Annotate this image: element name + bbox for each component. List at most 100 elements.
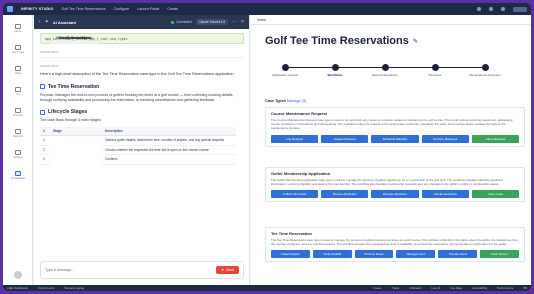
stage-chip[interactable]: Assess Request	[321, 134, 369, 143]
card-title: Tee Time Reservation	[271, 231, 312, 236]
stage-chip[interactable]: Collect Informatio	[271, 190, 319, 199]
database-icon	[15, 65, 21, 71]
step-label: Development Overview	[469, 73, 501, 77]
notification-icon[interactable]	[489, 7, 493, 11]
close-icon[interactable]: ×	[241, 19, 244, 25]
main-content: Home Golf Tee Time Reservations ✎ Applic…	[251, 15, 531, 285]
sidebar-item-data[interactable]: Data	[3, 61, 33, 79]
nav-app-name[interactable]: Golf Tee Time Reservations	[61, 7, 105, 11]
stage-chip[interactable]: Provide Feed	[438, 250, 478, 259]
edit-icon[interactable]: ✎	[413, 38, 418, 45]
step-data-integrations[interactable]: Data & Integrations	[361, 64, 409, 77]
sidebar-item-ui[interactable]: UI	[3, 82, 33, 100]
table-cell: 3	[40, 154, 50, 165]
step-workflows[interactable]: Workflows	[311, 64, 359, 77]
card-description: The Course Maintenance Request case type…	[271, 118, 513, 131]
stage-chip[interactable]: Perform Maintena	[421, 134, 469, 143]
step-application-context[interactable]: Application Context	[261, 64, 309, 77]
status-performance[interactable]: Performance	[497, 286, 513, 290]
search-icon[interactable]	[477, 7, 481, 11]
help-icon[interactable]	[501, 7, 505, 11]
sidebar-item-home[interactable]: Home	[3, 19, 33, 37]
stage-chip[interactable]: Verify Availab	[312, 250, 352, 259]
sidebar-item-settings[interactable]: Settings	[3, 145, 33, 163]
table-header: Description	[102, 127, 236, 137]
status-issues[interactable]: Issues	[373, 286, 381, 290]
step-label: Personas	[428, 73, 442, 77]
more-icon[interactable]: ⋯	[232, 19, 237, 25]
assistant-intro-text: Here's a high-level description of the T…	[40, 72, 235, 76]
model-selector[interactable]: Claude Sonnet 4.5	[195, 19, 229, 25]
step-label: Workflows	[327, 73, 343, 77]
tab-home[interactable]: Home	[257, 18, 266, 22]
table-row: 2 Verify Availability Checks whether the…	[40, 36, 236, 156]
status-pb[interactable]: PB	[523, 286, 527, 290]
stage-chips: Collect Reserv Verify Availab Process Re…	[271, 250, 519, 259]
user-avatar[interactable]	[513, 6, 527, 12]
page-title: Golf Tee Time Reservations ✎	[265, 35, 418, 47]
sidebar-item-use-types[interactable]: Use Types	[3, 40, 33, 58]
stage-chip[interactable]: Process Reser	[354, 250, 394, 259]
nav-configure[interactable]: Configure	[114, 7, 130, 11]
message-input[interactable]	[45, 268, 217, 272]
step-dot-icon	[281, 64, 289, 71]
layout-icon	[15, 86, 21, 92]
connection-status: Connected	[171, 20, 192, 24]
sidebar-item-process[interactable]: Process	[3, 103, 33, 121]
checkbox-icon	[40, 84, 45, 90]
tab-bar: Home	[251, 15, 531, 25]
table-header: #	[40, 127, 50, 137]
stage-chip[interactable]: Close Case	[471, 190, 520, 199]
table-cell: Process Reservation	[50, 34, 98, 44]
case-type-card-golfer-membership[interactable]: Golfer Membership Application The Golfer…	[265, 167, 525, 203]
manage-case-types-link[interactable]: Manage (3)	[287, 99, 306, 103]
section-heading: Lifecycle Stages	[40, 109, 244, 115]
stage-chip[interactable]: Manage Canc	[396, 250, 436, 259]
assistant-header: ‹ ✦ AI Assistant Connected Claude Sonnet…	[34, 15, 249, 29]
stage-chip[interactable]: Collect Reserv	[271, 250, 310, 259]
status-dot-icon	[171, 20, 175, 24]
status-scenario-testing[interactable]: Scenario testing	[64, 286, 84, 290]
sidebar-item-label: Home	[14, 29, 22, 33]
stage-chip[interactable]: Handle Exception	[421, 190, 469, 199]
sidebar-item-records[interactable]: Records	[3, 124, 33, 142]
case-type-card-course-maintenance[interactable]: Course Maintenance Request The Course Ma…	[265, 107, 525, 147]
send-button[interactable]: ➤ Send	[216, 266, 239, 274]
step-personas[interactable]: Personas	[411, 64, 459, 77]
status-clipboard[interactable]: Clipboard	[409, 286, 421, 290]
table-header-row: # Stage Description	[40, 127, 236, 137]
stage-chips: Log Request Assess Request Schedule Main…	[271, 134, 520, 143]
status-live-data[interactable]: Live Data	[450, 286, 462, 290]
table-row: 3 Process Reservation Confirms	[40, 36, 236, 165]
chevron-left-icon[interactable]: ‹	[39, 19, 41, 25]
send-button-label: Send	[226, 268, 234, 272]
stage-chip[interactable]: Close Reserv	[480, 250, 519, 259]
step-development-overview[interactable]: Development Overview	[461, 64, 509, 77]
status-current-work[interactable]: Current work	[38, 286, 54, 290]
status-live-ui[interactable]: Live UI	[431, 286, 440, 290]
home-icon	[15, 23, 21, 29]
message-role-label: ASSISTANT	[40, 64, 60, 68]
table-cell: 1	[40, 135, 50, 146]
stage-chip[interactable]: Schedule Maintain	[371, 134, 419, 143]
table-cell: 2	[40, 145, 50, 156]
case-type-card-tee-time-reservation[interactable]: Tee Time Reservation The Tee Time Reserv…	[265, 227, 525, 263]
stage-chip[interactable]: Log Request	[271, 134, 319, 143]
bottom-status-bar: Agile Workbench Current work Scenario te…	[3, 285, 531, 291]
brand-name: INFINITY STUDIO	[21, 7, 54, 11]
stage-chip[interactable]: Close Request	[471, 134, 520, 143]
status-agile-workbench[interactable]: Agile Workbench	[7, 286, 28, 290]
profile-avatar[interactable]	[14, 271, 22, 279]
nav-create[interactable]: Create	[167, 7, 178, 11]
nav-launch-portal[interactable]: Launch Portal	[137, 7, 159, 11]
case-types-label: Case Types	[265, 99, 286, 103]
status-tracer[interactable]: Tracer	[392, 286, 400, 290]
section-title: Lifecycle Stages	[48, 109, 88, 115]
ai-assistant-panel: ‹ ✦ AI Assistant Connected Claude Sonnet…	[34, 15, 250, 285]
message-thread[interactable]: app_id:infinity_native_app_1_tool_new_ty…	[34, 29, 250, 259]
status-accessibility[interactable]: Accessibility	[472, 286, 487, 290]
stage-chip[interactable]: Manage Members	[371, 190, 419, 199]
sidebar-item-ai-assistant[interactable]: AI Assistant	[3, 166, 33, 184]
table-cell: Gathers golfer details, desired tee time…	[102, 135, 236, 146]
stage-chip[interactable]: Review Applicatio	[321, 190, 369, 199]
